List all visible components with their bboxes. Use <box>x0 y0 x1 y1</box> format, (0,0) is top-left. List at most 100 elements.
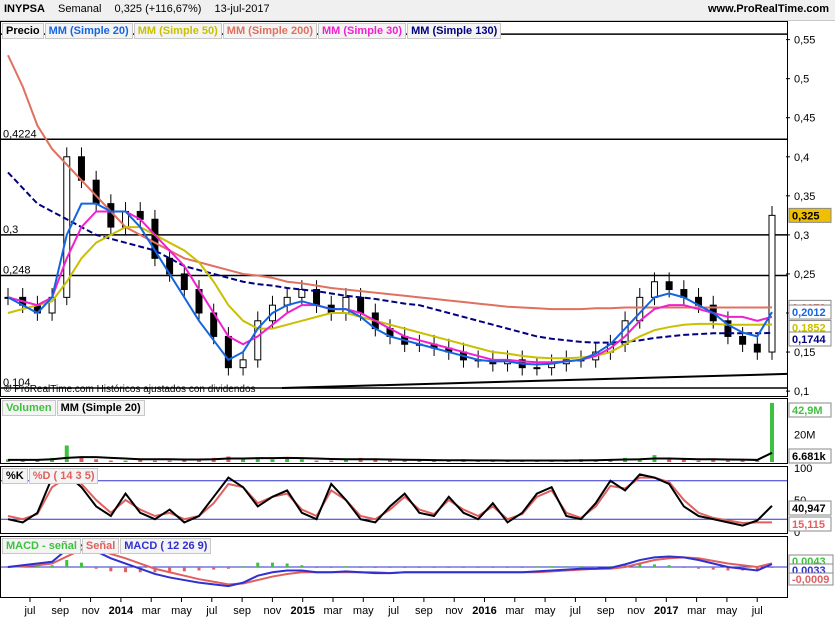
price-legend-item: Precio <box>2 23 44 39</box>
support-line-label: 0,4224 <box>3 128 37 140</box>
macd-histogram-bar <box>403 567 407 568</box>
macd-histogram-bar <box>109 567 113 572</box>
volume-bar <box>108 460 113 462</box>
candle-body <box>768 214 776 353</box>
macd-histogram-bar <box>197 567 201 571</box>
volume-bar <box>696 460 701 462</box>
macd-histogram-bar <box>697 567 701 569</box>
macd-histogram-bar <box>711 567 715 570</box>
x-axis-label: 2015 <box>290 605 314 617</box>
candle-body <box>665 281 673 291</box>
macd-histogram-bar <box>79 562 83 567</box>
volume-bar <box>388 460 392 462</box>
candle-body <box>63 156 71 298</box>
candle-body <box>357 296 365 314</box>
price-legend-item: MM (Simple 200) <box>222 23 317 39</box>
volume-bar <box>167 460 172 462</box>
macd-histogram-bar <box>520 567 524 568</box>
trendline <box>281 372 788 389</box>
macd-histogram-bar <box>94 567 98 569</box>
macd-legend-item: Señal <box>81 538 120 554</box>
x-axis-label: mar <box>505 605 524 617</box>
x-axis-label: mar <box>142 605 161 617</box>
stochastic-legend-item: %K <box>2 468 28 484</box>
candle-body <box>107 203 115 228</box>
macd-histogram-bar <box>667 565 671 567</box>
macd-histogram-bar <box>270 562 274 567</box>
volume-bar <box>123 460 128 462</box>
macd-histogram-bar <box>212 567 216 570</box>
stochastic-axis-label: 100 <box>794 463 812 475</box>
price-axis-label: 0,55 <box>794 35 815 47</box>
macd-legend: MACD - señal Señal MACD ( 12 26 9) <box>2 538 212 554</box>
macd-histogram-bar <box>315 567 319 568</box>
macd-histogram-bar <box>652 564 656 567</box>
x-axis-label: 2014 <box>109 605 134 617</box>
macd-histogram-bar <box>50 565 54 567</box>
x-axis-label: sep <box>597 605 615 617</box>
price-badge-label: 0,325 <box>792 210 820 222</box>
macd-histogram-bar <box>770 567 774 568</box>
candle-body <box>636 296 644 322</box>
volume-badge-label: 6.681k <box>792 451 827 463</box>
price-axis-label: 0,4 <box>794 152 809 164</box>
volume-axis-label: 20M <box>794 429 815 441</box>
macd-histogram-bar <box>506 567 510 568</box>
macd-badge-label: -0,0009 <box>792 574 829 586</box>
price-badge-label: 0,2012 <box>792 307 826 319</box>
candle-body <box>533 367 541 370</box>
price-axis-label: 0,35 <box>794 191 815 203</box>
price-axis-label: 0,45 <box>794 113 815 125</box>
x-axis-label: nov <box>627 605 645 617</box>
moving-average-line <box>7 54 773 311</box>
candle-body <box>239 359 247 369</box>
price-axis-label: 0,3 <box>794 230 809 242</box>
volume-bar <box>64 445 69 462</box>
candle-body <box>753 343 761 353</box>
stochastic-legend-item: %D ( 14 3 5) <box>28 468 99 484</box>
candle-body <box>650 281 658 298</box>
volume-bar <box>241 459 246 462</box>
x-axis-label: sep <box>51 605 69 617</box>
price-axis-label: 0,1 <box>794 386 809 398</box>
candle-body <box>739 335 747 345</box>
macd-histogram-bar <box>344 566 348 568</box>
stochastic-d-line <box>7 476 773 525</box>
x-axis-label: 2016 <box>472 605 496 617</box>
macd-histogram-bar <box>300 565 304 567</box>
volume-badge-label: 42,9M <box>792 405 823 417</box>
volume-legend-item: MM (Simple 20) <box>56 400 145 416</box>
volume-bar <box>94 459 99 462</box>
x-axis-label: jul <box>569 605 581 617</box>
x-axis-label: sep <box>233 605 251 617</box>
volume-bar <box>270 459 275 462</box>
x-axis-label: mar <box>687 605 706 617</box>
volume-bar <box>299 459 304 462</box>
price-axis-label: 0,5 <box>794 74 809 86</box>
macd-histogram-bar <box>256 562 260 567</box>
macd-histogram-bar <box>579 566 583 568</box>
candle-body <box>621 320 629 345</box>
macd-histogram-bar <box>124 567 128 573</box>
x-axis-label: may <box>535 605 556 617</box>
macd-histogram-bar <box>241 566 245 568</box>
macd-histogram-bar <box>564 566 568 568</box>
volume-bar <box>329 460 334 462</box>
price-axis-label: 0,15 <box>794 347 815 359</box>
volume-bar <box>314 460 319 462</box>
macd-histogram-bar <box>432 567 436 568</box>
macd-histogram-bar <box>461 567 465 568</box>
price-badge-label: 0,1744 <box>792 334 827 346</box>
copyright-text: © ProRealTime.com Históricos ajustados c… <box>4 384 256 395</box>
x-axis-label: nov <box>264 605 282 617</box>
macd-legend-item: MACD - señal <box>2 538 81 554</box>
price-legend-item: MM (Simple 130) <box>407 23 502 39</box>
price-legend: Precio MM (Simple 20) MM (Simple 50) MM (Si… <box>2 23 502 39</box>
macd-histogram-bar <box>682 567 686 568</box>
macd-histogram-bar <box>550 566 554 568</box>
stochastic-badge-label: 40,947 <box>792 503 826 515</box>
volume-legend-item: Volumen <box>2 400 56 416</box>
volume-bar <box>197 460 201 462</box>
x-axis-label: may <box>171 605 192 617</box>
chart-svg: 0,550,50,450,40,350,30,250,20,150,10,557… <box>1 23 834 617</box>
